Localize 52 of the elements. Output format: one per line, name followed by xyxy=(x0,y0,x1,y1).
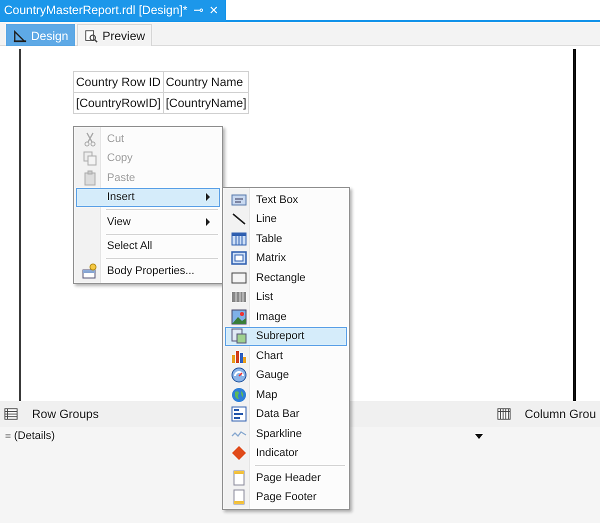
pane-title: Column Grou xyxy=(524,407,596,421)
menu-item[interactable]: Image xyxy=(225,307,347,326)
view-tab[interactable]: Preview xyxy=(77,24,152,46)
line-icon xyxy=(231,211,247,228)
menu-item[interactable]: List xyxy=(225,288,347,307)
row-groups-icon xyxy=(4,407,18,421)
pane-title: Row Groups xyxy=(32,407,99,421)
menu-item[interactable]: Chart xyxy=(225,346,347,366)
matrix-icon xyxy=(231,250,247,266)
clipboard-icon xyxy=(82,170,98,186)
menu-item[interactable]: Line xyxy=(225,210,347,229)
diamond-icon xyxy=(231,445,247,462)
header-cell: Country Name xyxy=(163,72,249,92)
table-icon xyxy=(231,230,247,247)
document-title: CountryMasterReport.rdl [Design]* xyxy=(4,3,188,17)
text-box-icon xyxy=(231,192,247,208)
image-icon xyxy=(231,308,247,325)
menu-item[interactable]: Matrix xyxy=(225,248,347,268)
menu-item[interactable]: View xyxy=(76,212,220,232)
group-label[interactable]: (Details) xyxy=(14,430,55,442)
dropdown-arrow-icon[interactable] xyxy=(474,434,483,438)
scissors-icon xyxy=(82,130,98,147)
menu-item[interactable]: Page Footer xyxy=(225,488,347,507)
lines-icon xyxy=(4,432,12,440)
menu-item[interactable]: Table xyxy=(225,229,347,248)
field-cell: [CountryRowID] xyxy=(74,92,164,114)
menu-item[interactable]: Gauge xyxy=(225,366,347,385)
rectangle-icon xyxy=(231,270,247,286)
properties-icon xyxy=(82,262,98,279)
copy-icon xyxy=(82,150,98,166)
menu-item[interactable]: Insert xyxy=(76,188,220,207)
menu-item[interactable]: Map xyxy=(225,385,347,404)
ruler-triangle-icon xyxy=(13,28,27,42)
data-bar-icon xyxy=(231,406,247,422)
menu-item[interactable]: Text Box xyxy=(225,190,347,210)
magnifier-page-icon xyxy=(84,28,98,42)
page-footer-icon xyxy=(231,489,247,506)
column-groups-icon xyxy=(496,407,511,421)
menu-item[interactable]: Subreport xyxy=(225,326,347,346)
menu-item[interactable]: Body Properties... xyxy=(76,261,220,280)
page-header-icon xyxy=(231,470,247,486)
gauge-icon xyxy=(231,367,247,384)
subreport-icon xyxy=(231,328,247,344)
globe-icon xyxy=(231,386,247,403)
menu-item[interactable]: Page Header xyxy=(225,468,347,488)
field-cell: [CountryName] xyxy=(163,92,249,114)
menu-item[interactable]: Data Bar xyxy=(225,404,347,424)
menu-item[interactable]: Select All xyxy=(76,236,220,256)
menu-item[interactable]: Rectangle xyxy=(225,268,347,288)
menu-item[interactable]: Indicator xyxy=(225,444,347,463)
menu-item[interactable]: Sparkline xyxy=(225,424,347,444)
header-cell: Country Row ID xyxy=(74,72,164,92)
